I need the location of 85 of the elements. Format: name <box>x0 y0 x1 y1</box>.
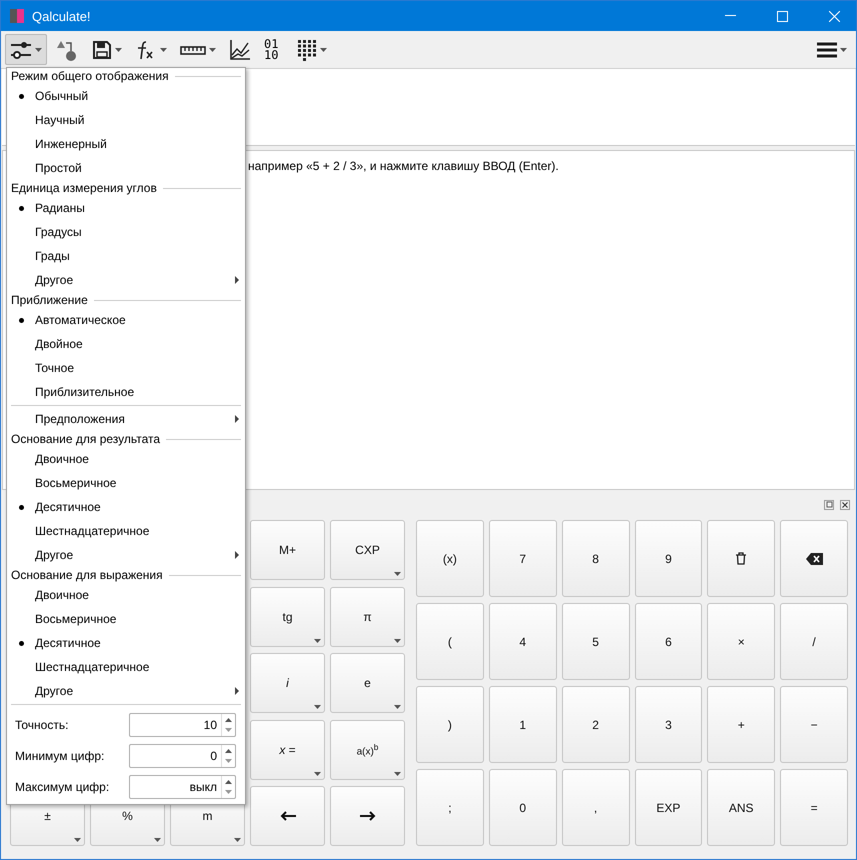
menu-item[interactable]: Простой <box>7 156 245 180</box>
keypad-button[interactable]: ANS <box>707 769 776 846</box>
keypad-button[interactable]: x = <box>250 720 325 780</box>
right-arrow-icon <box>360 811 376 821</box>
section-title: Приближение <box>11 293 88 307</box>
keypad-button[interactable]: ) <box>416 686 484 763</box>
keypad-button[interactable]: ( <box>416 603 484 680</box>
section-title: Единица измерения углов <box>11 181 157 195</box>
spin-field[interactable]: 10 <box>129 712 236 736</box>
keypad-button[interactable]: 5 <box>562 603 630 680</box>
menu-item[interactable]: Шестнадцатеричное <box>7 519 245 543</box>
keypad-button[interactable]: 4 <box>488 603 557 680</box>
close-icon[interactable] <box>840 500 850 510</box>
keypad-button[interactable]: + <box>707 686 776 763</box>
keypad-button[interactable]: ; <box>416 769 484 846</box>
keypad-button[interactable]: i <box>250 653 325 713</box>
keypad-button[interactable]: 1 <box>488 686 557 763</box>
menu-item[interactable]: Другое <box>7 543 245 567</box>
keypad-button[interactable]: a(x)$^{b}$ <box>330 720 405 780</box>
keypad-button[interactable]: 3 <box>634 686 702 763</box>
toolbar-button[interactable]: 01 10 <box>259 34 289 65</box>
menu-item[interactable]: Двойное <box>7 332 245 356</box>
menu-item[interactable]: Предположения <box>7 407 245 431</box>
menu-item[interactable]: Точное <box>7 356 245 380</box>
keypad-button[interactable]: 7 <box>488 520 557 597</box>
menu-item[interactable]: Восьмеричное <box>7 471 245 495</box>
menu-item[interactable]: Двоичное <box>7 447 245 471</box>
keypad-button[interactable]: 2 <box>562 686 630 763</box>
left-arrow-icon <box>280 811 296 821</box>
spin-arrows-icon[interactable] <box>221 714 235 736</box>
menu-item[interactable]: Шестнадцатеричное <box>7 655 245 679</box>
keypad-button[interactable]: (x) <box>416 520 484 597</box>
trash-icon <box>735 552 748 565</box>
maximize-icon <box>776 10 788 22</box>
toolbar-button[interactable] <box>5 34 47 65</box>
keypad-button[interactable]: e <box>330 653 405 713</box>
menu-icon <box>817 42 837 58</box>
menu-item[interactable]: Грады <box>7 244 245 268</box>
keypad-button[interactable]: tg <box>250 586 325 646</box>
keypad-button[interactable]: − <box>780 686 848 763</box>
field-label: Минимум цифр: <box>15 748 106 762</box>
keypad-button[interactable]: / <box>780 603 848 680</box>
section-title: Режим общего отображения <box>11 69 169 83</box>
spin-arrows-icon[interactable] <box>221 744 235 766</box>
window-title: Qalculate! <box>32 8 92 24</box>
keypad-button[interactable]: EXP <box>634 769 702 846</box>
menu-item[interactable]: Десятичное <box>7 631 245 655</box>
spin-field[interactable]: 0 <box>129 744 236 768</box>
minimize-icon <box>724 15 736 17</box>
keypad-button[interactable]: 0 <box>488 769 557 846</box>
hint-text: например «5 + 2 / 3», и нажмите клавишу ВВОД (Enter). <box>248 159 559 173</box>
app-icon <box>10 8 24 24</box>
menu-item[interactable]: Десятичное <box>7 495 245 519</box>
backspace-button[interactable] <box>780 520 848 597</box>
close-icon <box>828 10 840 22</box>
keypad-button[interactable]: = <box>780 769 848 846</box>
menu-item[interactable]: Автоматическое <box>7 308 245 332</box>
menu-item[interactable]: Двоичное <box>7 583 245 607</box>
spin-arrows-icon[interactable] <box>221 776 235 798</box>
keypad-button[interactable]: M+ <box>250 520 325 580</box>
keypad-button[interactable]: , <box>562 769 630 846</box>
backspace-icon <box>806 552 823 564</box>
section-title: Основание для выражения <box>11 568 163 582</box>
menu-item[interactable]: Градусы <box>7 220 245 244</box>
keypad-button[interactable]: π <box>330 586 405 646</box>
chart-icon <box>229 38 251 60</box>
float-icon[interactable] <box>824 500 834 510</box>
menu-item[interactable]: Другое <box>7 679 245 703</box>
menu-item[interactable]: Радианы <box>7 196 245 220</box>
menu-item[interactable]: Другое <box>7 268 245 292</box>
menu-item[interactable]: Приблизительное <box>7 380 245 404</box>
spin-field[interactable]: выкл <box>129 774 236 798</box>
keypad-button[interactable]: × <box>707 603 776 680</box>
keypad-button[interactable]: 8 <box>562 520 630 597</box>
keypad-button[interactable]: CXP <box>330 520 405 580</box>
keypad-icon <box>297 38 317 60</box>
menu-item[interactable]: Обычный <box>7 84 245 108</box>
number-base-label: 01 10 <box>264 38 278 60</box>
keypad-button[interactable]: 9 <box>634 520 702 597</box>
section-title: Основание для результата <box>11 432 160 446</box>
menu-item[interactable]: Инженерный <box>7 132 245 156</box>
field-label: Точность: <box>15 718 70 732</box>
keypad-button[interactable]: 6 <box>634 603 702 680</box>
menu-item[interactable]: Научный <box>7 108 245 132</box>
menu-item[interactable]: Восьмеричное <box>7 607 245 631</box>
